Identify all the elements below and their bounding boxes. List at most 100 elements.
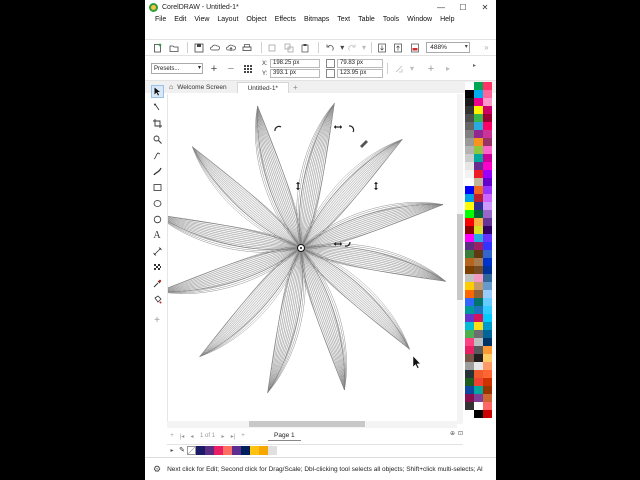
color-swatch[interactable]	[483, 274, 492, 282]
color-swatch[interactable]	[465, 114, 474, 122]
color-swatch[interactable]	[465, 266, 474, 274]
color-swatch[interactable]	[483, 138, 492, 146]
color-swatch[interactable]	[465, 314, 474, 322]
undo-icon[interactable]	[323, 41, 336, 55]
add-preset-icon[interactable]: +	[207, 62, 221, 76]
color-swatch[interactable]	[483, 370, 492, 378]
last-page-icon[interactable]: ▸|	[228, 433, 238, 440]
menu-layout[interactable]: Layout	[213, 14, 242, 26]
color-swatch[interactable]	[483, 250, 492, 258]
menu-edit[interactable]: Edit	[170, 14, 190, 26]
color-swatch[interactable]	[474, 106, 483, 114]
color-swatch[interactable]	[474, 258, 483, 266]
color-swatch[interactable]	[483, 290, 492, 298]
color-swatch[interactable]	[465, 178, 474, 186]
color-swatch[interactable]	[474, 154, 483, 162]
color-swatch[interactable]	[465, 338, 474, 346]
color-swatch[interactable]	[474, 210, 483, 218]
publish-pdf-icon[interactable]	[408, 41, 421, 55]
navigator-icon[interactable]: ⊡	[458, 430, 463, 437]
color-swatch[interactable]	[474, 250, 483, 258]
color-swatch[interactable]	[465, 154, 474, 162]
prev-page-icon[interactable]: ◂	[187, 433, 197, 440]
palette-menu-icon[interactable]: ▸	[167, 447, 177, 454]
color-swatch[interactable]	[483, 90, 492, 98]
cloud-download-icon[interactable]	[208, 41, 221, 55]
color-swatch[interactable]	[483, 122, 492, 130]
color-swatch[interactable]	[483, 314, 492, 322]
export-icon[interactable]	[392, 41, 405, 55]
color-swatch[interactable]	[465, 162, 474, 170]
color-swatch[interactable]	[474, 130, 483, 138]
color-swatch[interactable]	[465, 170, 474, 178]
color-swatch[interactable]	[483, 226, 492, 234]
cut-icon[interactable]	[266, 41, 279, 55]
object-dropdown-icon[interactable]: ▾	[409, 62, 415, 76]
redo-icon[interactable]	[345, 41, 358, 55]
document-color-swatch[interactable]	[196, 445, 205, 455]
paste-icon[interactable]	[298, 41, 311, 55]
color-swatch[interactable]	[465, 138, 474, 146]
color-swatch[interactable]	[465, 218, 474, 226]
first-page-icon[interactable]: |◂	[177, 433, 187, 440]
menu-text[interactable]: Text	[333, 14, 354, 26]
polygon-tool-icon[interactable]	[151, 213, 164, 226]
color-swatch[interactable]	[465, 98, 474, 106]
menu-window[interactable]: Window	[403, 14, 436, 26]
add-page-after-icon[interactable]: +	[238, 433, 248, 439]
zoom-icon[interactable]: ⊕	[450, 430, 455, 437]
pick-tool-icon[interactable]	[150, 85, 164, 98]
x-position-input[interactable]: 198.25 px	[270, 59, 320, 68]
rotation-center[interactable]	[297, 244, 305, 252]
color-swatch[interactable]	[483, 242, 492, 250]
horizontal-scrollbar[interactable]	[167, 421, 457, 428]
color-swatch[interactable]	[483, 146, 492, 154]
color-swatch[interactable]	[474, 402, 483, 410]
shape-tool-icon[interactable]	[151, 101, 164, 114]
next-page-icon[interactable]: ▸	[218, 433, 228, 440]
open-folder-icon[interactable]	[167, 41, 180, 55]
color-swatch[interactable]	[483, 306, 492, 314]
y-position-input[interactable]: 393.1 px	[270, 69, 320, 78]
color-swatch[interactable]	[483, 114, 492, 122]
document-color-swatch[interactable]	[214, 445, 223, 455]
minimize-button[interactable]: —	[430, 0, 452, 14]
color-swatch[interactable]	[474, 346, 483, 354]
color-swatch[interactable]	[465, 402, 474, 410]
transparency-tool-icon[interactable]	[151, 261, 164, 274]
color-swatch[interactable]	[465, 290, 474, 298]
add-icon[interactable]: +	[424, 62, 438, 76]
color-swatch[interactable]	[465, 90, 474, 98]
palette-scroll-up-icon[interactable]: ▸	[473, 62, 476, 69]
height-input[interactable]: 123.95 px	[337, 69, 383, 78]
color-swatch[interactable]	[483, 186, 492, 194]
color-swatch[interactable]	[465, 186, 474, 194]
color-swatch[interactable]	[465, 250, 474, 258]
color-swatch[interactable]	[474, 322, 483, 330]
menu-file[interactable]: File	[151, 14, 170, 26]
copy-icon[interactable]	[282, 41, 295, 55]
color-swatch[interactable]	[474, 234, 483, 242]
color-swatch[interactable]	[465, 146, 474, 154]
save-icon[interactable]	[192, 41, 205, 55]
color-swatch[interactable]	[465, 82, 474, 90]
color-swatch[interactable]	[483, 378, 492, 386]
color-swatch[interactable]	[465, 394, 474, 402]
tab-untitled-1[interactable]: Untitled-1*	[236, 82, 289, 93]
add-page-before-icon[interactable]: +	[167, 433, 177, 439]
vertical-scrollbar[interactable]	[457, 94, 463, 424]
color-swatch[interactable]	[465, 346, 474, 354]
freehand-tool-icon[interactable]	[151, 149, 164, 162]
color-swatch[interactable]	[465, 330, 474, 338]
redo-dropdown-icon[interactable]: ▾	[361, 41, 367, 55]
color-swatch[interactable]	[465, 386, 474, 394]
color-swatch[interactable]	[474, 314, 483, 322]
color-swatch[interactable]	[474, 98, 483, 106]
color-swatch[interactable]	[474, 394, 483, 402]
add-tool-icon[interactable]: +	[151, 314, 164, 327]
document-color-swatch[interactable]	[223, 445, 232, 455]
menu-bitmaps[interactable]: Bitmaps	[300, 14, 333, 26]
color-swatch[interactable]	[474, 178, 483, 186]
color-swatch[interactable]	[465, 298, 474, 306]
parallel-dimension-icon[interactable]	[151, 245, 164, 258]
